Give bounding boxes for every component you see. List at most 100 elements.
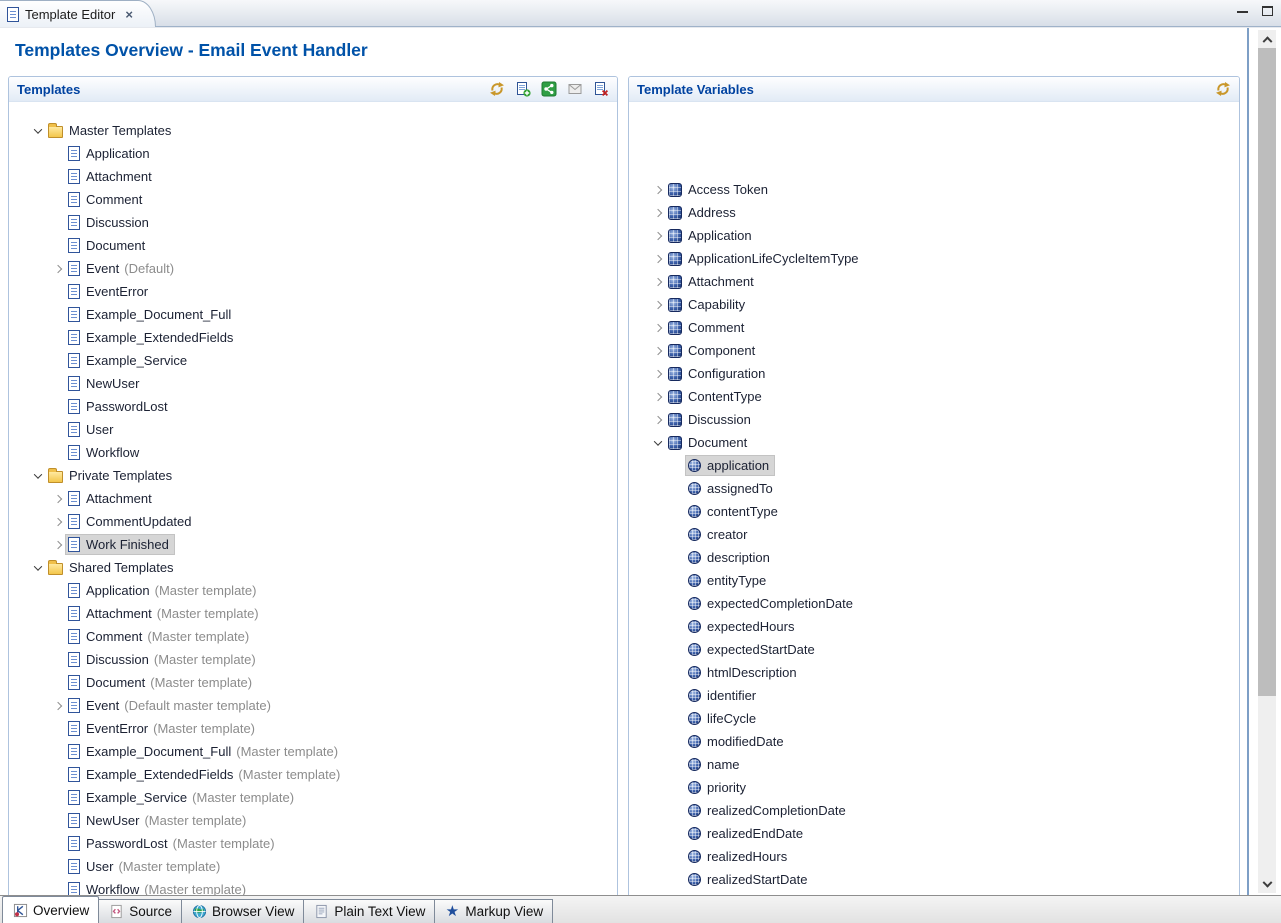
tree-row[interactable]: creator	[629, 523, 1239, 546]
tree-row[interactable]: Example_Document_Full (Master template)	[9, 740, 617, 763]
tree-row[interactable]: Example_Service (Master template)	[9, 786, 617, 809]
tree-row[interactable]: Discussion (Master template)	[9, 648, 617, 671]
chevron-right-icon[interactable]	[649, 224, 666, 247]
tree-row[interactable]: Document	[629, 431, 1239, 454]
tree-row[interactable]: NewUser	[9, 372, 617, 395]
tree-row[interactable]: Document	[9, 234, 617, 257]
tree-row[interactable]: Work Finished	[9, 533, 617, 556]
tree-row[interactable]: PasswordLost (Master template)	[9, 832, 617, 855]
share-button[interactable]	[540, 80, 558, 98]
chevron-right-icon[interactable]	[649, 385, 666, 408]
tree-row[interactable]: Shared Templates	[9, 556, 617, 579]
tree-row[interactable]: Private Templates	[9, 464, 617, 487]
tree-row[interactable]: Attachment	[9, 487, 617, 510]
tree-row[interactable]: EventError (Master template)	[9, 717, 617, 740]
tree-row[interactable]: modifiedDate	[629, 730, 1239, 753]
refresh-button[interactable]	[1214, 80, 1232, 98]
tree-row[interactable]: Event (Default master template)	[9, 694, 617, 717]
tree-row[interactable]: assignedTo	[629, 477, 1239, 500]
tree-row[interactable]: Comment	[629, 316, 1239, 339]
tree-row[interactable]: Attachment	[629, 270, 1239, 293]
scroll-up-button[interactable]	[1258, 30, 1276, 46]
tree-row[interactable]: Address	[629, 201, 1239, 224]
tree-row[interactable]: PasswordLost	[9, 395, 617, 418]
tree-row[interactable]: ContentType	[629, 385, 1239, 408]
tree-row[interactable]: Example_ExtendedFields	[9, 326, 617, 349]
chevron-right-icon[interactable]	[49, 510, 66, 533]
tree-row[interactable]: CommentUpdated	[9, 510, 617, 533]
scrollbar-thumb[interactable]	[1258, 48, 1276, 696]
tree-row[interactable]: identifier	[629, 684, 1239, 707]
minimize-icon[interactable]	[1237, 9, 1248, 13]
tree-row[interactable]: Application	[9, 142, 617, 165]
tree-row[interactable]: Document (Master template)	[9, 671, 617, 694]
tree-row[interactable]: description	[629, 546, 1239, 569]
tree-row[interactable]: lifeCycle	[629, 707, 1239, 730]
chevron-down-icon[interactable]	[29, 119, 46, 142]
chevron-down-icon[interactable]	[29, 464, 46, 487]
tree-row[interactable]: Application (Master template)	[9, 579, 617, 602]
tree-row[interactable]: Workflow (Master template)	[9, 878, 617, 895]
tree-row[interactable]: realizedHours	[629, 845, 1239, 868]
tree-row[interactable]: Comment	[9, 188, 617, 211]
tree-row[interactable]: name	[629, 753, 1239, 776]
chevron-down-icon[interactable]	[649, 431, 666, 454]
tree-row[interactable]: Access Token	[629, 178, 1239, 201]
tree-row[interactable]: expectedStartDate	[629, 638, 1239, 661]
tree-row[interactable]: Capability	[629, 293, 1239, 316]
tree-row[interactable]: EventError	[9, 280, 617, 303]
tree-row[interactable]: Event (Default)	[9, 257, 617, 280]
tree-row[interactable]: Attachment (Master template)	[9, 602, 617, 625]
tree-row[interactable]: expectedHours	[629, 615, 1239, 638]
tree-row[interactable]: Example_ExtendedFields (Master template)	[9, 763, 617, 786]
tree-row[interactable]: Comment (Master template)	[9, 625, 617, 648]
add-template-button[interactable]	[514, 80, 532, 98]
tree-row[interactable]: User (Master template)	[9, 855, 617, 878]
tab-markup-view[interactable]: ★ Markup View	[434, 899, 553, 923]
chevron-right-icon[interactable]	[649, 408, 666, 431]
chevron-right-icon[interactable]	[649, 362, 666, 385]
tree-row[interactable]: realizedStartDate	[629, 868, 1239, 891]
chevron-right-icon[interactable]	[649, 339, 666, 362]
scroll-down-button[interactable]	[1258, 877, 1276, 893]
chevron-down-icon[interactable]	[29, 556, 46, 579]
tab-overview[interactable]: Overview	[2, 896, 99, 923]
tree-row[interactable]: Example_Document_Full	[9, 303, 617, 326]
tree-row[interactable]: NewUser (Master template)	[9, 809, 617, 832]
chevron-right-icon[interactable]	[649, 178, 666, 201]
tab-source[interactable]: Source	[98, 899, 182, 923]
chevron-right-icon[interactable]	[49, 533, 66, 556]
tree-row[interactable]: realizedEndDate	[629, 822, 1239, 845]
tree-row[interactable]: realizedCompletionDate	[629, 799, 1239, 822]
tab-plain-text-view[interactable]: Plain Text View	[303, 899, 435, 923]
chevron-right-icon[interactable]	[49, 487, 66, 510]
tree-row[interactable]: User	[9, 418, 617, 441]
vertical-scrollbar[interactable]	[1258, 30, 1276, 893]
chevron-right-icon[interactable]	[49, 257, 66, 280]
tree-row[interactable]: Component	[629, 339, 1239, 362]
tree-row[interactable]: Attachment	[9, 165, 617, 188]
chevron-right-icon[interactable]	[49, 694, 66, 717]
tree-row[interactable]: Configuration	[629, 362, 1239, 385]
chevron-right-icon[interactable]	[649, 247, 666, 270]
tree-row[interactable]: ApplicationLifeCycleItemType	[629, 247, 1239, 270]
tree-row[interactable]: expectedCompletionDate	[629, 592, 1239, 615]
mail-button[interactable]	[566, 80, 584, 98]
maximize-icon[interactable]	[1262, 6, 1273, 16]
delete-template-button[interactable]	[592, 80, 610, 98]
refresh-button[interactable]	[488, 80, 506, 98]
tree-row[interactable]: application	[629, 454, 1239, 477]
tab-browser-view[interactable]: Browser View	[181, 899, 304, 923]
chevron-right-icon[interactable]	[649, 270, 666, 293]
tree-row[interactable]: Discussion	[629, 408, 1239, 431]
tree-row[interactable]: priority	[629, 776, 1239, 799]
chevron-right-icon[interactable]	[649, 201, 666, 224]
tree-row[interactable]: Application	[629, 224, 1239, 247]
tree-row[interactable]: Example_Service	[9, 349, 617, 372]
tree-row[interactable]: contentType	[629, 500, 1239, 523]
tree-row[interactable]: htmlDescription	[629, 661, 1239, 684]
tab-template-editor[interactable]: Template Editor ×	[0, 0, 156, 27]
tree-row[interactable]: Discussion	[9, 211, 617, 234]
chevron-right-icon[interactable]	[649, 293, 666, 316]
tree-row[interactable]: entityType	[629, 569, 1239, 592]
